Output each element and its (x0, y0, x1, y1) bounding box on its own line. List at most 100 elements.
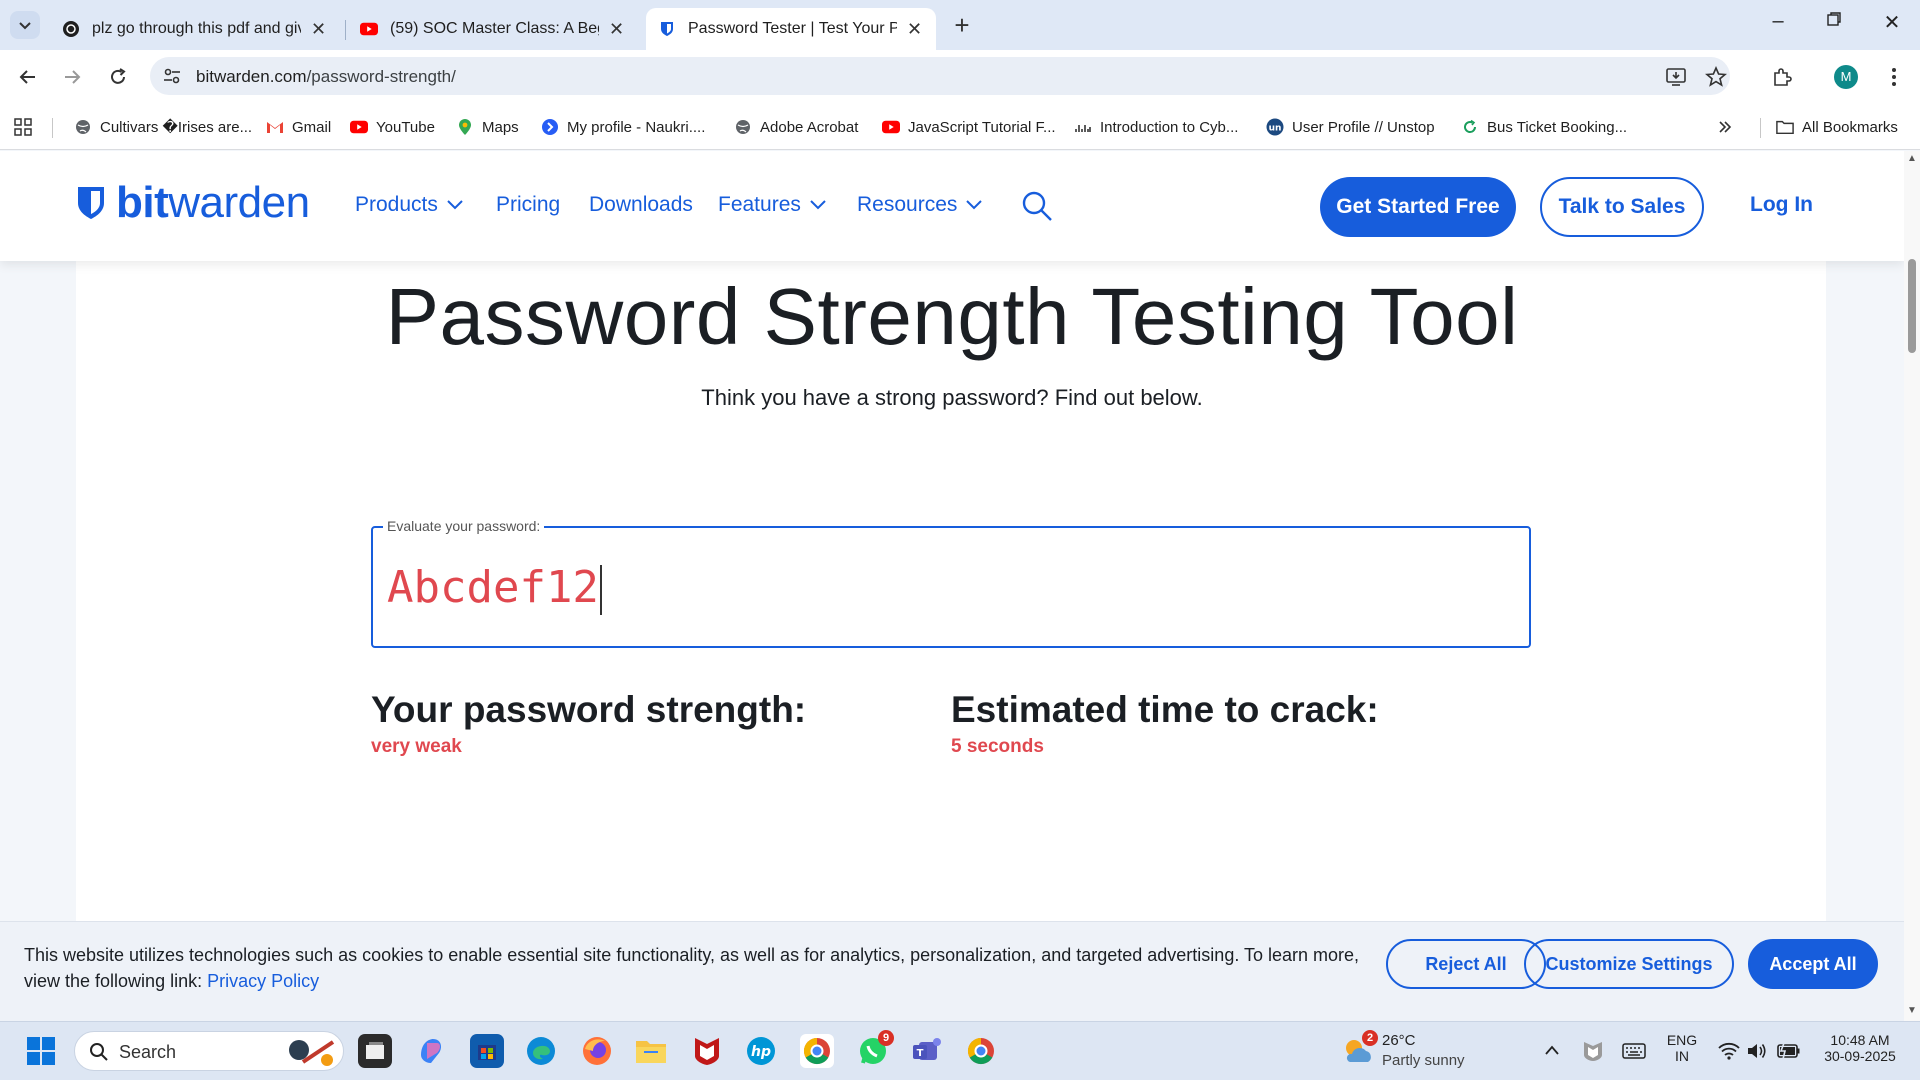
text-caret (599, 565, 602, 615)
scroll-down-arrow-icon[interactable]: ▼ (1907, 1005, 1917, 1016)
browser-menu-button[interactable] (1880, 63, 1908, 91)
scrollbar-thumb[interactable] (1908, 259, 1916, 353)
strength-value: very weak (371, 736, 462, 757)
language-indicator[interactable]: ENG IN (1664, 1032, 1700, 1064)
new-tab-button[interactable]: + (948, 12, 976, 40)
file-explorer-icon[interactable] (634, 1034, 668, 1068)
chevron-down-icon (810, 200, 826, 210)
url-text[interactable]: bitwarden.com/password-strength/ (196, 67, 456, 87)
volume-icon[interactable] (1746, 1041, 1768, 1061)
nav-resources-label: Resources (857, 193, 958, 216)
bookmark-label: Adobe Acrobat (760, 118, 859, 136)
nav-pricing[interactable]: Pricing (496, 193, 560, 217)
close-window-icon[interactable]: ✕ (1872, 10, 1912, 35)
arrow-right-icon (65, 70, 81, 84)
language-bottom: IN (1675, 1048, 1689, 1064)
password-input[interactable]: Evaluate your password: Abcdef12 (371, 518, 1531, 648)
double-chevron-right-icon (1719, 121, 1732, 133)
forward-button[interactable] (58, 63, 86, 91)
privacy-policy-link[interactable]: Privacy Policy (207, 971, 319, 991)
customize-settings-button[interactable]: Customize Settings (1524, 939, 1734, 989)
clock[interactable]: 10:48 AM 30-09-2025 (1810, 1032, 1910, 1064)
browser-toolbar: bitwarden.com/password-strength/ M (0, 50, 1920, 102)
nav-products[interactable]: Products (355, 193, 464, 217)
extensions-button[interactable] (1768, 63, 1796, 91)
search-icon[interactable] (1020, 189, 1054, 223)
accept-all-button[interactable]: Accept All (1748, 939, 1878, 989)
close-tab-icon[interactable]: ✕ (607, 19, 626, 40)
chrome-icon[interactable] (800, 1034, 834, 1068)
bookmark-javascript-tutorial[interactable]: JavaScript Tutorial F... (882, 116, 1056, 138)
wifi-icon[interactable] (1718, 1042, 1740, 1060)
keyboard-icon[interactable] (1622, 1042, 1646, 1060)
nav-products-label: Products (355, 193, 438, 216)
bookmark-maps[interactable]: Maps (456, 116, 519, 138)
bookmark-label: User Profile // Unstop (1292, 118, 1435, 136)
gmail-icon (266, 118, 284, 136)
nav-downloads[interactable]: Downloads (589, 193, 693, 217)
more-bookmarks-button[interactable] (1718, 116, 1732, 138)
whatsapp-badge: 9 (878, 1030, 894, 1046)
talk-to-sales-button[interactable]: Talk to Sales (1540, 177, 1704, 237)
mcafee-icon[interactable] (690, 1034, 724, 1068)
bookmark-cultivars[interactable]: Cultivars �Irises are... (74, 116, 252, 138)
nav-resources[interactable]: Resources (857, 193, 983, 217)
microsoft-store-icon[interactable] (470, 1034, 504, 1068)
profile-avatar[interactable]: M (1834, 65, 1858, 89)
page-scrollbar[interactable]: ▲ ▼ (1904, 151, 1920, 1021)
battery-icon[interactable] (1776, 1042, 1802, 1060)
page-viewport: bitwarden Products Pricing Downloads Fea… (0, 151, 1904, 1021)
minimize-icon[interactable]: – (1758, 10, 1798, 33)
tab-youtube[interactable]: (59) SOC Master Class: A Beginner ✕ (348, 8, 638, 50)
back-button[interactable] (14, 63, 42, 91)
teams-icon[interactable]: T (910, 1034, 944, 1068)
redbus-icon (1461, 118, 1479, 136)
bookmark-youtube[interactable]: YouTube (350, 116, 435, 138)
tab-divider (345, 20, 346, 40)
youtube-icon (360, 20, 378, 38)
all-bookmarks-button[interactable]: All Bookmarks (1776, 116, 1898, 138)
install-app-icon[interactable] (1665, 66, 1687, 88)
site-header: bitwarden Products Pricing Downloads Fea… (0, 151, 1904, 261)
task-view-icon[interactable] (358, 1034, 392, 1068)
windows-start-icon[interactable] (24, 1034, 58, 1068)
site-settings-icon[interactable] (162, 66, 182, 86)
close-tab-icon[interactable]: ✕ (905, 19, 924, 40)
nav-features[interactable]: Features (718, 193, 827, 217)
unstop-icon: un (1266, 118, 1284, 136)
tab-search-button[interactable] (10, 11, 40, 39)
bookmark-bus-ticket[interactable]: Bus Ticket Booking... (1461, 116, 1627, 138)
reload-button[interactable] (104, 63, 132, 91)
bookmark-label: YouTube (376, 118, 435, 136)
search-icon (90, 1043, 108, 1061)
address-bar[interactable]: bitwarden.com/password-strength/ (150, 57, 1730, 95)
bookmark-unstop[interactable]: un User Profile // Unstop (1266, 116, 1435, 138)
bookmark-introduction-cyber[interactable]: Introduction to Cyb... (1074, 116, 1238, 138)
edge-icon[interactable] (524, 1034, 558, 1068)
chrome-profile-icon[interactable] (964, 1034, 998, 1068)
mcafee-tray-icon[interactable] (1582, 1040, 1604, 1062)
bitwarden-icon (658, 20, 676, 38)
bitwarden-logo[interactable]: bitwarden (76, 181, 310, 225)
get-started-free-button[interactable]: Get Started Free (1320, 177, 1516, 237)
restore-icon[interactable] (1814, 10, 1854, 33)
tab-bitwarden[interactable]: Password Tester | Test Your Password ✕ (646, 8, 936, 50)
copilot-icon[interactable] (414, 1034, 448, 1068)
tab-chatgpt[interactable]: plz go through this pdf and give ✕ (50, 8, 340, 50)
bookmark-adobe-acrobat[interactable]: Adobe Acrobat (734, 116, 858, 138)
reject-all-button[interactable]: Reject All (1386, 939, 1546, 989)
apps-button[interactable] (14, 116, 32, 138)
bookmark-gmail[interactable]: Gmail (266, 116, 331, 138)
clock-date: 30-09-2025 (1824, 1048, 1896, 1064)
star-icon[interactable] (1705, 66, 1727, 88)
cisco-icon (1074, 118, 1092, 136)
close-tab-icon[interactable]: ✕ (309, 19, 328, 40)
log-in-link[interactable]: Log In (1750, 193, 1813, 217)
firefox-icon[interactable] (580, 1034, 614, 1068)
taskbar-search[interactable]: Search (74, 1031, 344, 1071)
scroll-up-arrow-icon[interactable]: ▲ (1907, 153, 1917, 164)
bookmark-label: Maps (482, 118, 519, 136)
hp-icon[interactable]: hp (744, 1034, 778, 1068)
show-hidden-icons-icon[interactable] (1544, 1044, 1560, 1056)
bookmark-naukri[interactable]: My profile - Naukri.... (541, 116, 705, 138)
